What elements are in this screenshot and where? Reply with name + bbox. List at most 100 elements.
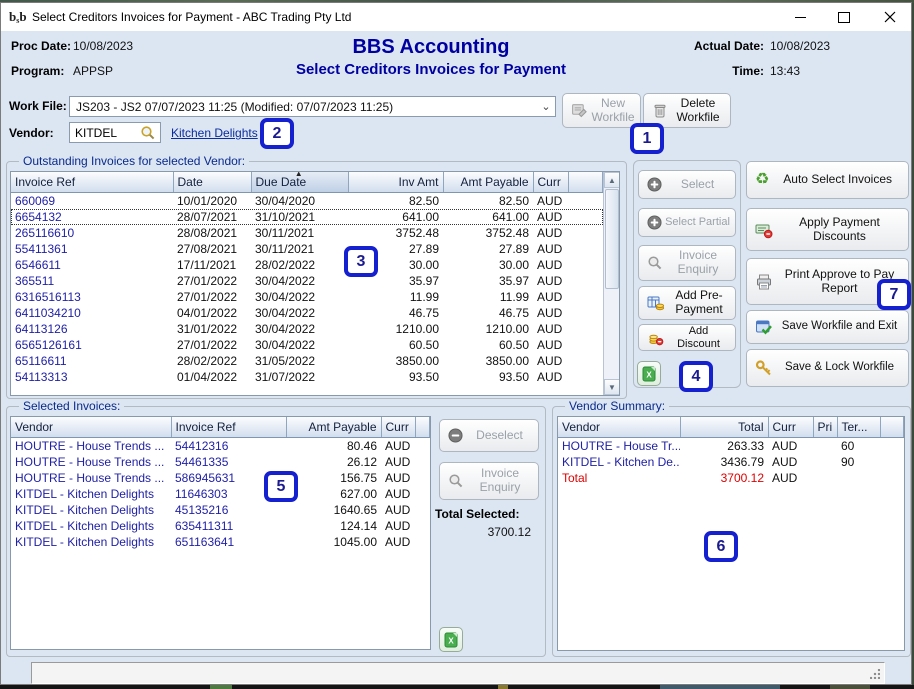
- cell: 27.89: [443, 241, 533, 257]
- select-partial-button[interactable]: Select Partial: [638, 208, 736, 237]
- new-workfile-label: New Workfile: [590, 97, 636, 125]
- cell: KITDEL - Kitchen De...: [558, 454, 680, 470]
- app-window: bsb Select Creditors Invoices for Paymen…: [0, 2, 912, 685]
- selected-invoice-enquiry-label: Invoice Enquiry: [466, 467, 534, 495]
- table-row[interactable]: KITDEL - Kitchen Delights11646303627.00A…: [11, 486, 430, 502]
- cell: 30/11/2021: [251, 241, 348, 257]
- table-row[interactable]: 6511661128/02/202231/05/20223850.003850.…: [11, 353, 603, 369]
- program-label: Program:: [11, 64, 64, 78]
- column-header[interactable]: Curr: [381, 417, 415, 438]
- column-header[interactable]: Curr: [533, 172, 568, 193]
- table-row[interactable]: Total3700.12AUD: [558, 470, 904, 486]
- column-header[interactable]: Invoice Ref: [171, 417, 286, 438]
- chevron-down-icon[interactable]: ⌄: [537, 100, 555, 113]
- column-header[interactable]: Pri: [813, 417, 837, 438]
- cell-filler: [568, 241, 603, 257]
- column-header[interactable]: Invoice Ref: [11, 172, 173, 193]
- cell: AUD: [381, 438, 415, 455]
- table-row[interactable]: KITDEL - Kitchen De...3436.79AUD90: [558, 454, 904, 470]
- close-button[interactable]: [866, 3, 913, 31]
- table-row[interactable]: 26511661028/08/202130/11/20213752.483752…: [11, 225, 603, 241]
- table-row[interactable]: HOUTRE - House Trends ...5446133526.12AU…: [11, 454, 430, 470]
- save-lock-workfile-button[interactable]: Save & Lock Workfile: [746, 349, 909, 387]
- column-header[interactable]: Due Date: [251, 172, 348, 193]
- column-header[interactable]: Vendor: [11, 417, 171, 438]
- column-header[interactable]: Curr: [768, 417, 813, 438]
- select-button[interactable]: Select: [638, 170, 736, 199]
- maximize-button[interactable]: [822, 3, 866, 31]
- column-header[interactable]: Total: [680, 417, 768, 438]
- workfile-combobox[interactable]: JS203 - JS2 07/07/2023 11:25 (Modified: …: [69, 96, 556, 117]
- cell: AUD: [533, 257, 568, 273]
- selected-invoices-table: VendorInvoice RefAmt PayableCurrHOUTRE -…: [11, 417, 430, 550]
- column-header[interactable]: Amt Payable: [286, 417, 381, 438]
- cell: Total: [558, 470, 680, 486]
- cell-filler: [568, 209, 603, 225]
- table-row[interactable]: 654661117/11/202128/02/202230.0030.00AUD: [11, 257, 603, 273]
- table-row[interactable]: HOUTRE - House Tr...263.33AUD60: [558, 438, 904, 455]
- table-row[interactable]: 36551127/01/202230/04/202235.9735.97AUD: [11, 273, 603, 289]
- vendor-name-link[interactable]: Kitchen Delights: [171, 126, 258, 140]
- table-row[interactable]: 66006910/01/202030/04/202082.5082.50AUD: [11, 193, 603, 210]
- outstanding-scrollbar[interactable]: ▲ ▼: [603, 172, 620, 395]
- cell: AUD: [381, 486, 415, 502]
- save-workfile-exit-button[interactable]: Save Workfile and Exit: [746, 310, 909, 344]
- cell: 6411034210: [11, 305, 173, 321]
- new-workfile-button[interactable]: New Workfile: [562, 93, 641, 128]
- vendor-search-icon[interactable]: [140, 125, 156, 141]
- select-partial-label: Select Partial: [664, 216, 731, 229]
- cell: 45135216: [171, 502, 286, 518]
- cell-filler: [568, 337, 603, 353]
- selected-invoice-enquiry-button[interactable]: Invoice Enquiry: [439, 462, 539, 500]
- column-header[interactable]: Ter...: [837, 417, 880, 438]
- table-row[interactable]: 6411312631/01/202230/04/20221210.001210.…: [11, 321, 603, 337]
- invoice-enquiry-label: Invoice Enquiry: [665, 249, 731, 277]
- cell: AUD: [381, 454, 415, 470]
- cell: 28/07/2021: [173, 209, 251, 225]
- cell: 1640.65: [286, 502, 381, 518]
- table-row[interactable]: KITDEL - Kitchen Delights6511636411045.0…: [11, 534, 430, 550]
- actual-date-value: 10/08/2023: [770, 39, 830, 53]
- cell: AUD: [533, 353, 568, 369]
- deselect-button[interactable]: Deselect: [439, 419, 539, 452]
- cell: 124.14: [286, 518, 381, 534]
- column-header[interactable]: Inv Amt: [348, 172, 443, 193]
- column-header[interactable]: Amt Payable: [443, 172, 533, 193]
- table-row[interactable]: 656512616127/01/202230/04/202260.5060.50…: [11, 337, 603, 353]
- table-row[interactable]: HOUTRE - House Trends ...586945631156.75…: [11, 470, 430, 486]
- time-label: Time:: [691, 64, 764, 78]
- table-row[interactable]: 665413228/07/202131/10/2021641.00641.00A…: [11, 209, 603, 225]
- auto-select-invoices-button[interactable]: ♻ Auto Select Invoices: [746, 161, 909, 199]
- cell: AUD: [533, 321, 568, 337]
- cell: 28/02/2022: [173, 353, 251, 369]
- invoice-enquiry-button[interactable]: Invoice Enquiry: [638, 245, 736, 281]
- delete-workfile-icon: [652, 103, 668, 119]
- table-row[interactable]: KITDEL - Kitchen Delights635411311124.14…: [11, 518, 430, 534]
- scroll-up-icon[interactable]: ▲: [604, 172, 620, 188]
- scroll-down-icon[interactable]: ▼: [604, 379, 620, 395]
- table-row[interactable]: HOUTRE - House Trends ...5441231680.46AU…: [11, 438, 430, 455]
- resize-grip-icon[interactable]: [870, 669, 880, 679]
- scrollbar-thumb[interactable]: [605, 189, 619, 289]
- cell: 641.00: [348, 209, 443, 225]
- add-prepayment-button[interactable]: Add Pre-Payment: [638, 286, 736, 320]
- table-row[interactable]: 631651611327/01/202230/04/202211.9911.99…: [11, 289, 603, 305]
- add-discount-button[interactable]: Add Discount: [638, 324, 736, 351]
- cell: 60.50: [443, 337, 533, 353]
- cell: 1210.00: [348, 321, 443, 337]
- column-header[interactable]: Vendor: [558, 417, 680, 438]
- cell: [813, 470, 837, 486]
- cell-filler: [568, 289, 603, 305]
- export-selected-excel-button[interactable]: X: [439, 627, 463, 652]
- program-value: APPSP: [73, 64, 113, 78]
- cell: 30/11/2021: [251, 225, 348, 241]
- table-row[interactable]: 5411331301/04/202231/07/202293.5093.50AU…: [11, 369, 603, 385]
- table-row[interactable]: 5541136127/08/202130/11/202127.8927.89AU…: [11, 241, 603, 257]
- minimize-button[interactable]: [778, 3, 822, 31]
- cell-filler: [415, 470, 430, 486]
- column-header[interactable]: Date: [173, 172, 251, 193]
- export-excel-button[interactable]: X: [637, 361, 661, 386]
- apply-payment-discounts-button[interactable]: Apply Payment Discounts: [746, 208, 909, 251]
- table-row[interactable]: 641103421004/01/202230/04/202246.7546.75…: [11, 305, 603, 321]
- table-row[interactable]: KITDEL - Kitchen Delights451352161640.65…: [11, 502, 430, 518]
